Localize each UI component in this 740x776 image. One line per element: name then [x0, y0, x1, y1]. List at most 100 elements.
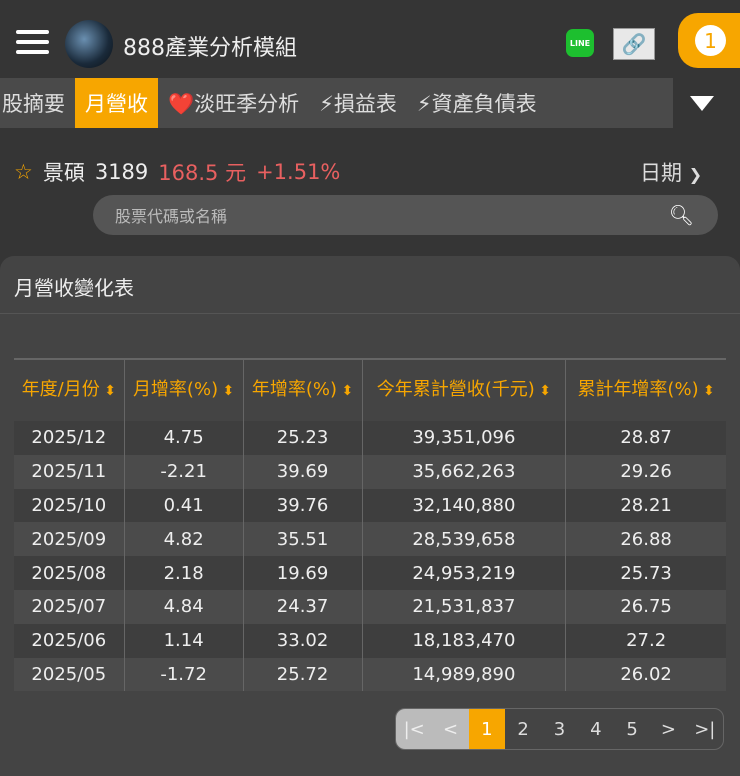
table-cell: 35.51 — [243, 522, 363, 557]
table-row: 2025/12 4.75 25.23 39,351,096 28.87 — [14, 421, 726, 455]
notification-badge[interactable]: 1 — [678, 13, 740, 68]
table-cell: 24,953,219 — [362, 556, 567, 590]
column-header[interactable]: 年度/月份 ⬍ — [14, 358, 125, 421]
table-cell: 4.84 — [124, 589, 244, 624]
card-title: 月營收變化表 — [0, 256, 740, 314]
tab-bar: 股摘要 月營收 ❤️淡旺季分析 ⚡損益表 ⚡資產負債表 — [0, 78, 673, 128]
chevron-down-icon: ❯ — [688, 165, 703, 184]
tab-monthly-revenue[interactable]: 月營收 — [75, 78, 158, 128]
table-cell: 26.88 — [620, 528, 672, 550]
tab-stock-summary[interactable]: 股摘要 — [0, 78, 75, 128]
stock-info: ☆ 景碩 3189 168.5 元 +1.51% — [14, 157, 340, 187]
table-cell: 27.2 — [626, 630, 667, 652]
table-cell: -1.72 — [124, 657, 244, 692]
table-cell: 25.23 — [243, 421, 363, 455]
header: 888產業分析模組 LINE 🔗 1 — [0, 0, 740, 78]
tab-balance-sheet[interactable]: ⚡資產負債表 — [407, 78, 547, 128]
table-cell: 26.75 — [620, 596, 672, 618]
page-last[interactable]: >| — [687, 709, 723, 749]
app-title: 888產業分析模組 — [123, 36, 297, 61]
tab-seasonal-analysis[interactable]: ❤️淡旺季分析 — [158, 78, 309, 128]
tab-income-statement[interactable]: ⚡損益表 — [309, 78, 407, 128]
table-row: 2025/09 4.82 35.51 28,539,658 26.88 — [14, 522, 726, 557]
menu-icon[interactable] — [16, 30, 49, 54]
table-cell: 2025/11 — [14, 454, 125, 489]
page-prev[interactable]: < — [432, 709, 469, 749]
table-cell: 2025/05 — [14, 657, 125, 692]
table-cell: 18,183,470 — [362, 623, 567, 658]
table-cell: 32,140,880 — [362, 488, 567, 523]
revenue-card: 月營收變化表 年度/月份 ⬍ 月增率(%) ⬍ 年增率(%) ⬍ 今年累計營收(千元)… — [0, 256, 740, 776]
sort-icon: ⬍ — [534, 383, 551, 399]
page-4[interactable]: 4 — [578, 709, 614, 749]
column-header-label: 年度/月份 — [21, 379, 100, 400]
star-icon[interactable]: ☆ — [14, 160, 33, 184]
table-cell: 2.18 — [124, 556, 244, 590]
column-header-label: 年增率(%) — [251, 379, 338, 400]
table-cell: 21,531,837 — [362, 589, 567, 624]
column-header[interactable]: 累計年增率(%) ⬍ — [565, 358, 726, 421]
table-cell: 39,351,096 — [362, 421, 567, 455]
table-cell: 2025/06 — [14, 623, 125, 658]
table-cell: 2025/12 — [14, 421, 125, 455]
table-cell: 25.72 — [243, 657, 363, 692]
sort-icon: ⬍ — [99, 383, 116, 399]
line-share-icon[interactable]: LINE — [566, 29, 594, 57]
stock-code: 3189 — [94, 160, 149, 184]
table-cell: 35,662,263 — [362, 454, 567, 489]
table-row: 2025/05 -1.72 25.72 14,989,890 26.02 — [14, 657, 726, 692]
page-3[interactable]: 3 — [541, 709, 577, 749]
column-header-label: 累計年增率(%) — [577, 379, 699, 400]
pagination: |< < 1 2 3 4 5 > >| — [395, 708, 724, 750]
table-cell: 24.37 — [243, 589, 363, 624]
table-cell: 28,539,658 — [362, 522, 567, 557]
caret-down-icon[interactable] — [690, 96, 714, 111]
table-cell: 14,989,890 — [362, 657, 567, 692]
sort-dropdown[interactable]: 日期 ❯ — [640, 157, 702, 187]
table-cell: 28.21 — [620, 494, 672, 516]
column-header[interactable]: 年增率(%) ⬍ — [243, 358, 363, 421]
table-cell: 1.14 — [124, 623, 244, 658]
table-row: 2025/11 -2.21 39.69 35,662,263 29.26 — [14, 454, 726, 489]
stock-change: +1.51% — [256, 160, 341, 184]
table-cell: 2025/07 — [14, 589, 125, 624]
column-header[interactable]: 月增率(%) ⬍ — [124, 358, 244, 421]
search-input[interactable]: 股票代碼或名稱 🔍︎ — [93, 195, 718, 235]
table-cell: 29.26 — [620, 461, 672, 483]
notification-count: 1 — [695, 25, 726, 56]
table-cell: 0.41 — [124, 488, 244, 523]
stock-name: 景碩 — [42, 161, 85, 185]
table-cell: 2025/08 — [14, 556, 125, 590]
sort-icon: ⬍ — [218, 383, 235, 399]
table-cell: 25.73 — [620, 562, 672, 584]
table-row: 2025/10 0.41 39.76 32,140,880 28.21 — [14, 488, 726, 523]
table-cell: 28.87 — [620, 427, 672, 449]
link-icon[interactable]: 🔗 — [613, 28, 655, 60]
table-cell: 33.02 — [243, 623, 363, 658]
table-cell: 2025/10 — [14, 488, 125, 523]
table-cell: 19.69 — [243, 556, 363, 590]
page-first[interactable]: |< — [396, 709, 433, 749]
column-header-label: 今年累計營收(千元) — [376, 379, 535, 400]
table-row: 2025/07 4.84 24.37 21,531,837 26.75 — [14, 589, 726, 624]
logo[interactable] — [65, 20, 113, 68]
table-cell: 4.75 — [124, 421, 244, 455]
table-cell: 39.69 — [243, 454, 363, 489]
page-5[interactable]: 5 — [614, 709, 650, 749]
revenue-table: 年度/月份 ⬍ 月增率(%) ⬍ 年增率(%) ⬍ 今年累計營收(千元) ⬍ 累計年增率… — [14, 358, 726, 692]
page-2[interactable]: 2 — [505, 709, 541, 749]
sort-icon: ⬍ — [698, 383, 715, 399]
column-header[interactable]: 今年累計營收(千元) ⬍ — [362, 358, 567, 421]
table-row: 2025/08 2.18 19.69 24,953,219 25.73 — [14, 556, 726, 590]
stock-price: 168.5 元 — [158, 161, 247, 185]
search-icon[interactable]: 🔍︎ — [669, 203, 694, 227]
page-next[interactable]: > — [650, 709, 686, 749]
table-cell: 4.82 — [124, 522, 244, 557]
sort-icon: ⬍ — [337, 383, 354, 399]
table-row: 2025/06 1.14 33.02 18,183,470 27.2 — [14, 623, 726, 658]
table-cell: 2025/09 — [14, 522, 125, 557]
page-1[interactable]: 1 — [468, 709, 505, 749]
sort-label: 日期 — [640, 161, 682, 185]
table-cell: -2.21 — [124, 454, 244, 489]
column-header-label: 月增率(%) — [132, 379, 219, 400]
